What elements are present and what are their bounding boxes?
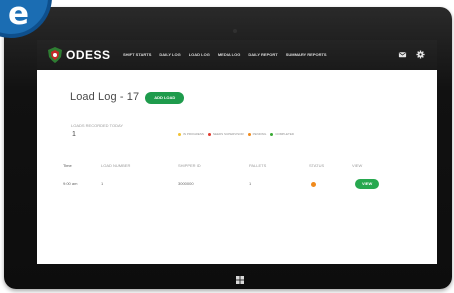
nav-item-daily-log[interactable]: DAILY LOG: [159, 52, 180, 58]
legend-label: COMPLETED: [275, 132, 294, 136]
page-header: Load Log - 17 ADD LOAD: [70, 91, 185, 104]
nav-item-shift-starts[interactable]: SHIFT STARTS: [123, 52, 151, 58]
legend-label: IN PROGRESS: [183, 132, 204, 136]
add-load-button[interactable]: ADD LOAD: [145, 91, 185, 104]
legend-label: NEEDS SUPERVISOR: [212, 132, 244, 136]
column-header-time[interactable]: Time: [63, 163, 72, 169]
table-header-row: Time LOAD NUMBER SHIPPER ID PALLETS STAT…: [63, 158, 415, 176]
windows-logo-icon[interactable]: [236, 276, 244, 284]
legend-dot-orange: [247, 133, 251, 136]
shield-logo-icon[interactable]: [48, 47, 62, 63]
legend-item-in-progress: IN PROGRESS: [178, 132, 204, 137]
table-row[interactable]: 9:00 am 1 3000000 1 VIEW: [63, 176, 415, 194]
legend-dot-red: [207, 133, 211, 136]
page-title: Load Log - 17: [70, 91, 140, 103]
brand-name[interactable]: ODESS: [66, 48, 111, 62]
column-header-load-number[interactable]: LOAD NUMBER: [101, 163, 130, 169]
cell-shipper-id: 3000000: [178, 181, 194, 186]
legend-dot-yellow: [178, 133, 181, 136]
cell-time: 9:00 am: [63, 181, 78, 186]
camera-icon: [233, 29, 237, 33]
nav-item-media-log[interactable]: MEDIA LOG: [218, 52, 241, 58]
nav-item-summary-reports[interactable]: SUMMARY REPORTS: [286, 52, 327, 58]
column-header-pallets[interactable]: PALLETS: [249, 163, 266, 169]
nav-menu: SHIFT STARTS DAILY LOG LOAD LOG MEDIA LO…: [123, 52, 327, 58]
nav-item-load-log[interactable]: LOAD LOG: [189, 52, 210, 58]
app-screen: ODESS SHIFT STARTS DAILY LOG LOAD LOG ME…: [37, 40, 437, 264]
loads-today-label: LOADS RECORDED TODAY: [71, 123, 124, 128]
nav-item-daily-report[interactable]: DAILY REPORT: [248, 52, 277, 58]
stage: ODESS SHIFT STARTS DAILY LOG LOAD LOG ME…: [0, 0, 454, 293]
top-navbar: ODESS SHIFT STARTS DAILY LOG LOAD LOG ME…: [37, 40, 437, 70]
column-header-view[interactable]: VIEW: [352, 163, 362, 169]
legend-item-pending: PENDING: [247, 132, 267, 137]
mail-icon[interactable]: [398, 50, 407, 59]
legend-item-completed: COMPLETED: [270, 132, 294, 137]
column-header-status[interactable]: STATUS: [309, 163, 324, 169]
nav-icon-group: [398, 50, 425, 59]
badge-letter: e: [8, 0, 30, 32]
loads-today-value: 1: [72, 131, 76, 138]
column-header-shipper-id[interactable]: SHIPPER ID: [178, 163, 201, 169]
gear-icon[interactable]: [416, 50, 425, 59]
status-legend: IN PROGRESS NEEDS SUPERVISOR PENDING COM…: [178, 132, 294, 137]
status-indicator-pending: [311, 182, 316, 187]
cell-load-number: 1: [101, 181, 104, 186]
cell-pallets: 1: [249, 181, 252, 186]
load-log-table: Time LOAD NUMBER SHIPPER ID PALLETS STAT…: [63, 158, 415, 194]
legend-label: PENDING: [252, 132, 267, 136]
legend-item-needs-supervisor: NEEDS SUPERVISOR: [207, 132, 244, 137]
tablet-frame: ODESS SHIFT STARTS DAILY LOG LOAD LOG ME…: [4, 7, 452, 289]
legend-dot-green: [270, 133, 274, 136]
view-load-button[interactable]: VIEW: [355, 179, 380, 189]
